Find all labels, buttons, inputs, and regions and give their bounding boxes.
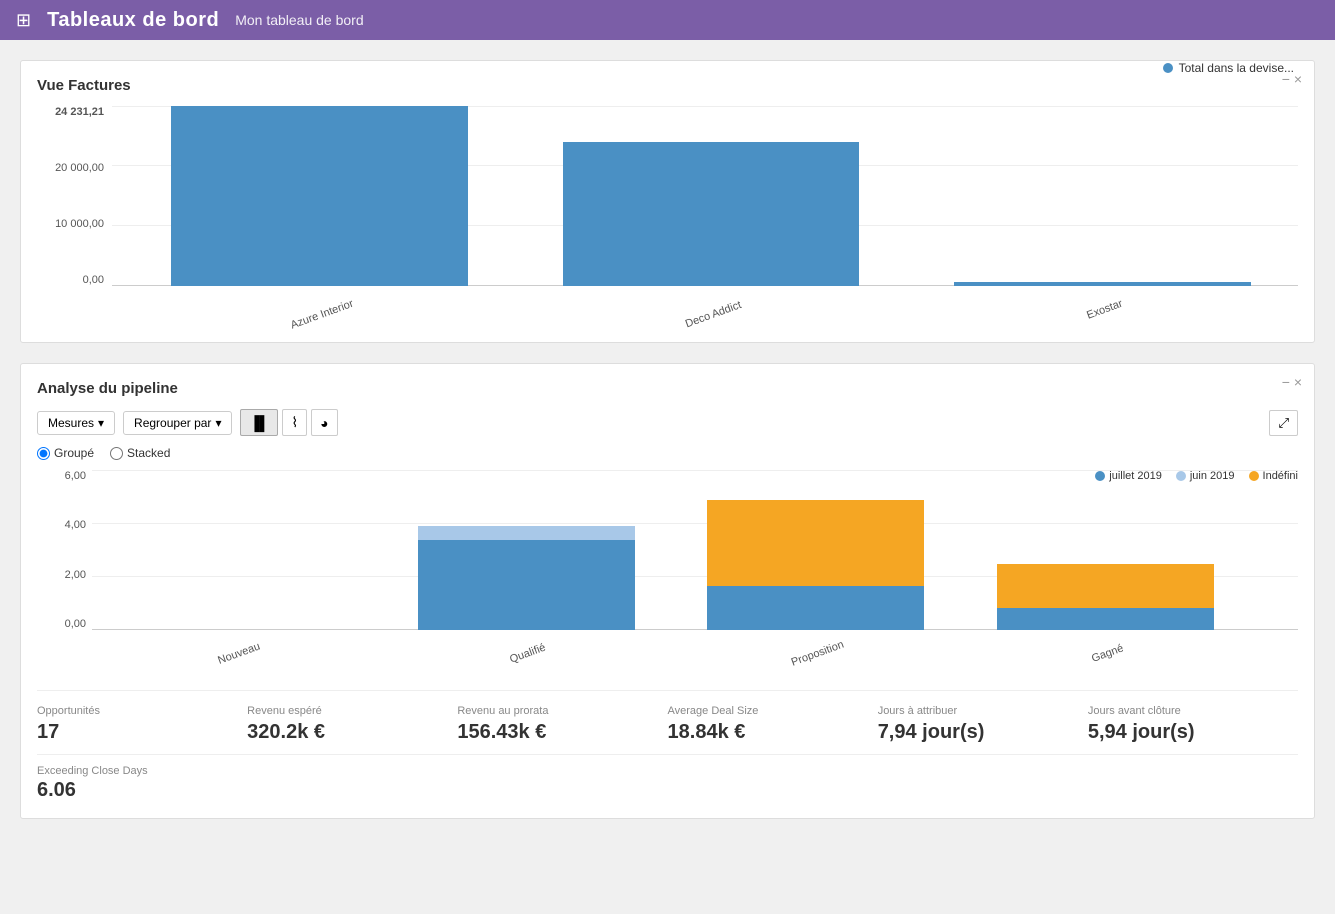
bar-label-exostar: Exostar [1085,298,1124,322]
chart1-legend: Total dans la devise... [1163,61,1294,75]
stat-label-ja: Jours à attribuer [878,705,1076,717]
bar-label-deco: Deco Addict [683,299,742,330]
legend-dot-blue [1163,63,1173,73]
chart1-legend-label: Total dans la devise... [1179,61,1294,75]
fullscreen-icon: ⤢ [1278,415,1289,430]
stat-label-re: Revenu espéré [247,705,445,717]
radio-groupe[interactable]: Groupé [37,446,94,460]
stat-value-ja: 7,94 jour(s) [878,721,1076,744]
card1-title: Vue Factures [37,77,1298,94]
radio-groupe-input[interactable] [37,447,50,460]
y2-label-3: 4,00 [65,519,86,531]
stat-jours-cloture: Jours avant clôture 5,94 jour(s) [1088,705,1298,744]
fullscreen-button[interactable]: ⤢ [1269,410,1298,436]
y-label-1: 0,00 [83,274,104,286]
dashboard-tab[interactable]: Mon tableau de bord [235,12,363,28]
bar2-gagne-orange [997,564,1214,608]
bar2-gagne-blue [997,608,1214,630]
stat-label-jc: Jours avant clôture [1088,705,1286,717]
app-title: Tableaux de bord [47,9,219,32]
stat-jours-attribuer: Jours à attribuer 7,94 jour(s) [878,705,1088,744]
chart-type-pie[interactable]: ◕ [311,409,337,436]
bar2-label-gagne: Gagné [1090,642,1125,665]
chart1-plot: Azure Interior Deco Addict Exostar [112,106,1298,286]
stat-value-jc: 5,94 jour(s) [1088,721,1286,744]
measures-label: Mesures [48,416,94,430]
stats-row: Opportunités 17 Revenu espéré 320.2k € R… [37,690,1298,744]
chart-type-line[interactable]: ⌇ [282,409,307,436]
y-label-4: 24 231,21 [55,106,104,118]
card2-title: Analyse du pipeline [37,380,1298,397]
radio-stacked[interactable]: Stacked [110,446,170,460]
radio-group: Groupé Stacked [37,446,1298,460]
pipeline-controls: Mesures ▾ Regrouper par ▾ ▐▌ ⌇ ◕ ⤢ [37,409,1298,436]
bar2-qualifie-stack [418,526,635,630]
stat-deal-size: Average Deal Size 18.84k € [668,705,878,744]
bar-group-deco: Deco Addict [563,142,860,286]
card-vue-factures: Vue Factures − × Total dans la devise...… [20,60,1315,343]
radio-stacked-input[interactable] [110,447,123,460]
chart1-area: 24 231,21 20 000,00 10 000,00 0,00 Azure… [37,106,1298,326]
y2-label-1: 0,00 [65,618,86,630]
bar2-proposition-blue [707,586,924,630]
bar-label-azure: Azure Interior [289,298,355,332]
stat-label-ds: Average Deal Size [668,705,866,717]
bar2-group-gagne: Gagné [997,564,1214,630]
y-label-3: 20 000,00 [55,162,104,174]
card2-close[interactable]: − × [1282,374,1302,390]
bar2-proposition-stack [707,500,924,630]
group-by-chevron: ▾ [215,416,221,430]
bar-exostar [954,282,1251,286]
topnav: ⊞ Tableaux de bord Mon tableau de bord [0,0,1335,40]
radio-stacked-label: Stacked [127,446,170,460]
bar-group-exostar: Exostar [954,282,1251,286]
stat-revenu-espere: Revenu espéré 320.2k € [247,705,457,744]
measures-chevron: ▾ [98,416,104,430]
y-label-2: 10 000,00 [55,218,104,230]
grid-icon[interactable]: ⊞ [16,10,31,31]
main-content: Vue Factures − × Total dans la devise...… [0,40,1335,839]
measures-button[interactable]: Mesures ▾ [37,411,115,435]
stat-label-opp: Opportunités [37,705,235,717]
chart1-yaxis: 24 231,21 20 000,00 10 000,00 0,00 [37,106,112,286]
bar2-qualifie-blue [418,540,635,630]
group-by-label: Regrouper par [134,416,211,430]
stat-value-ds: 18.84k € [668,721,866,744]
radio-groupe-label: Groupé [54,446,94,460]
bar2-label-nouveau: Nouveau [216,640,261,666]
card-pipeline: Analyse du pipeline − × Mesures ▾ Regrou… [20,363,1315,819]
chart2-yaxis: 6,00 4,00 2,00 0,00 [37,470,92,630]
stat-label-rp: Revenu au prorata [457,705,655,717]
bar2-proposition-orange [707,500,924,586]
chart2-area: juillet 2019 juin 2019 Indéfini 6,00 4,0… [37,470,1298,670]
stat-revenu-prorata: Revenu au prorata 156.43k € [457,705,667,744]
chart-type-buttons: ▐▌ ⌇ ◕ [240,409,337,436]
stat-value-rp: 156.43k € [457,721,655,744]
exceeding-section: Exceeding Close Days 6.06 [37,754,1298,802]
bar2-qualifie-lightblue [418,526,635,540]
exceeding-value: 6.06 [37,779,1298,802]
bar-group-azure: Azure Interior [171,106,468,286]
chart-type-bar[interactable]: ▐▌ [240,409,278,436]
stat-value-re: 320.2k € [247,721,445,744]
bar2-group-proposition: Proposition [707,500,924,630]
bar-deco [563,142,860,286]
chart2-plot: Nouveau Qualifié Proposition [92,470,1298,630]
bar2-gagne-stack [997,564,1214,630]
bar2-label-proposition: Proposition [790,639,846,669]
bar2-label-qualifie: Qualifié [509,642,548,666]
y2-label-4: 6,00 [65,470,86,482]
stat-opportunites: Opportunités 17 [37,705,247,744]
bar2-group-qualifie: Qualifié [418,526,635,630]
bar-azure [171,106,468,286]
group-by-button[interactable]: Regrouper par ▾ [123,411,232,435]
grid2-line-mid1 [92,523,1298,524]
y2-label-2: 2,00 [65,569,86,581]
grid2-line-top [92,470,1298,471]
exceeding-label: Exceeding Close Days [37,765,1298,777]
stat-value-opp: 17 [37,721,235,744]
